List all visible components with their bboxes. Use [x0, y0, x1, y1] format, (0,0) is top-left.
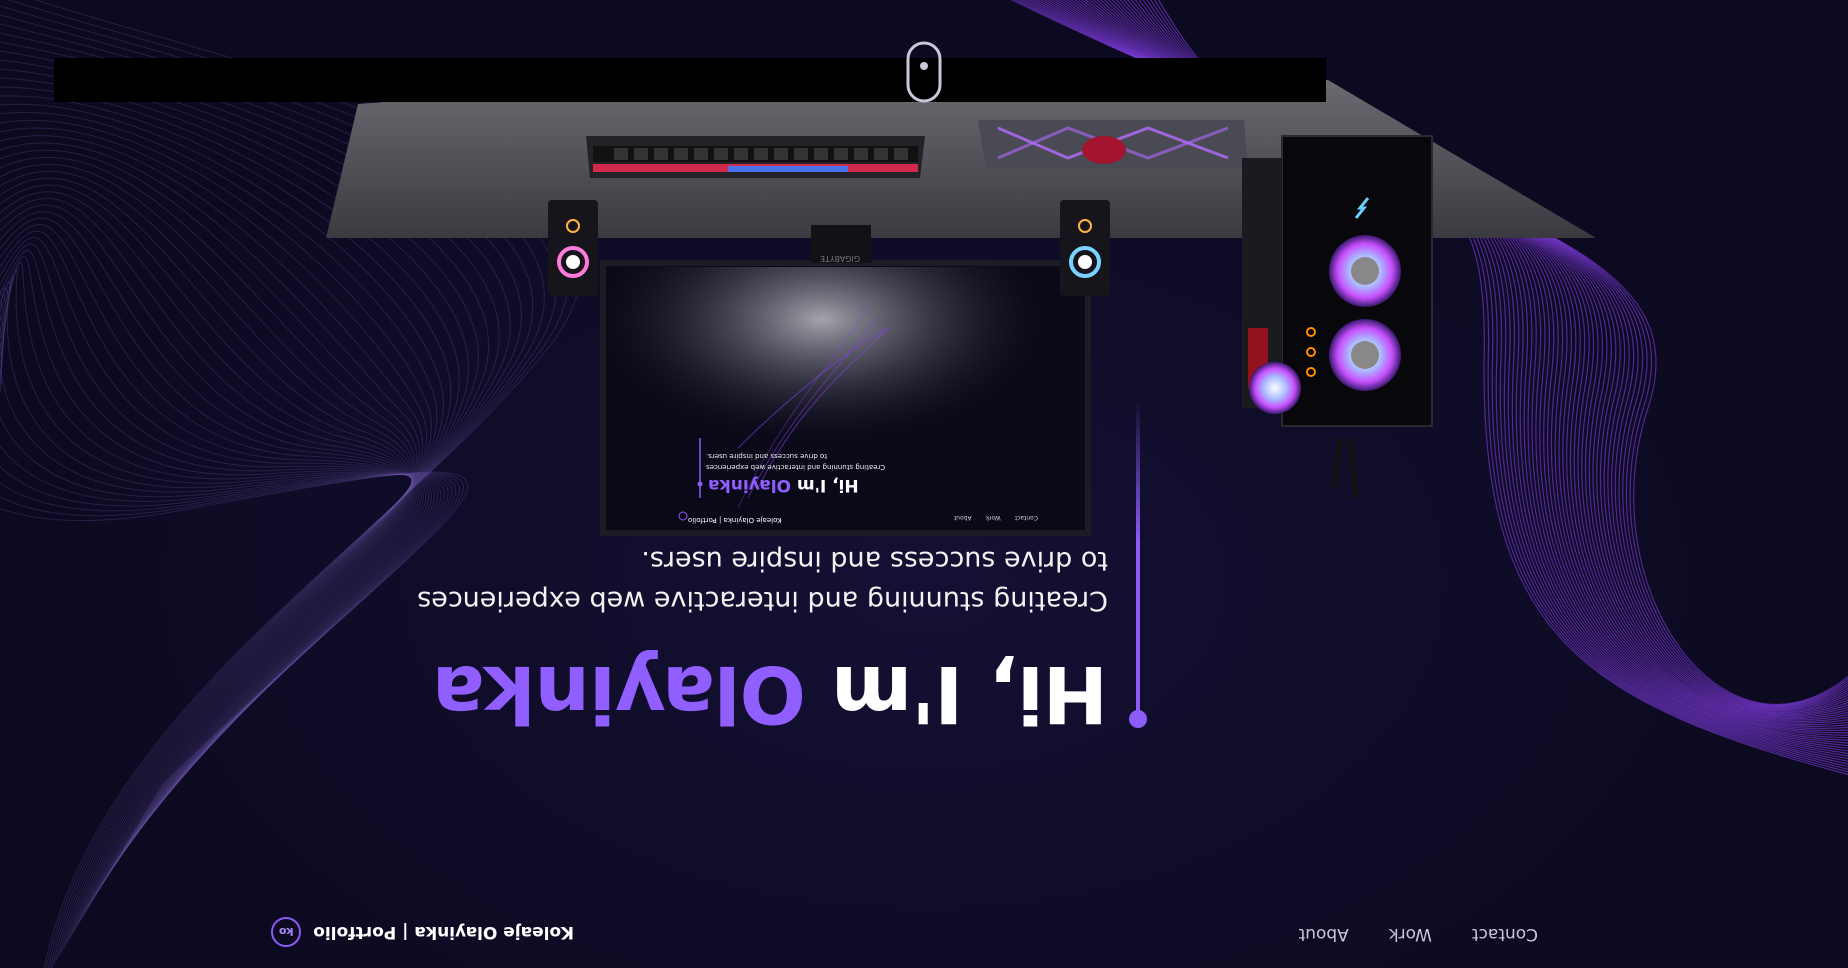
- hero-accent-dot: [1129, 710, 1147, 728]
- nav-link-work[interactable]: Work: [1389, 924, 1432, 944]
- hero-name: Olayinka: [432, 648, 806, 738]
- hero-section: Hi, I'm Olayinka Creating stunning and i…: [260, 400, 1147, 738]
- nav-link-about[interactable]: About: [1299, 924, 1349, 944]
- nav-link-contact[interactable]: Contact: [1472, 924, 1538, 944]
- hero-title: Hi, I'm Olayinka: [433, 648, 1108, 738]
- hero-subtitle: Creating stunning and interactive web ex…: [288, 540, 1108, 620]
- brand-text: Koleaje Olayinka | Portfolio: [313, 922, 574, 942]
- brand-logo-icon: ko: [271, 917, 302, 947]
- keyboard: [586, 136, 925, 178]
- page-stage: GIGABYTE Koleaje Olayinka | Portfolio Co…: [0, 0, 1848, 968]
- hero-subtitle-line1: Creating stunning and interactive web ex…: [417, 585, 1108, 616]
- mousepad: [978, 120, 1248, 168]
- speaker-right: [1060, 200, 1110, 296]
- nav-links: Contact Work About: [1299, 924, 1538, 944]
- brand-link[interactable]: Koleaje Olayinka | Portfolio ko: [271, 914, 574, 950]
- hero-greeting: Hi, I'm: [805, 648, 1108, 738]
- hero-accent-line: [1136, 400, 1140, 718]
- hero-subtitle-line2: to drive success and inspire users.: [641, 545, 1108, 576]
- monitor-brand-label: GIGABYTE: [820, 254, 860, 263]
- navbar: Contact Work About Koleaje Olayinka | Po…: [0, 896, 1848, 968]
- speaker-left: [548, 200, 598, 296]
- pc-tower: [1242, 135, 1433, 499]
